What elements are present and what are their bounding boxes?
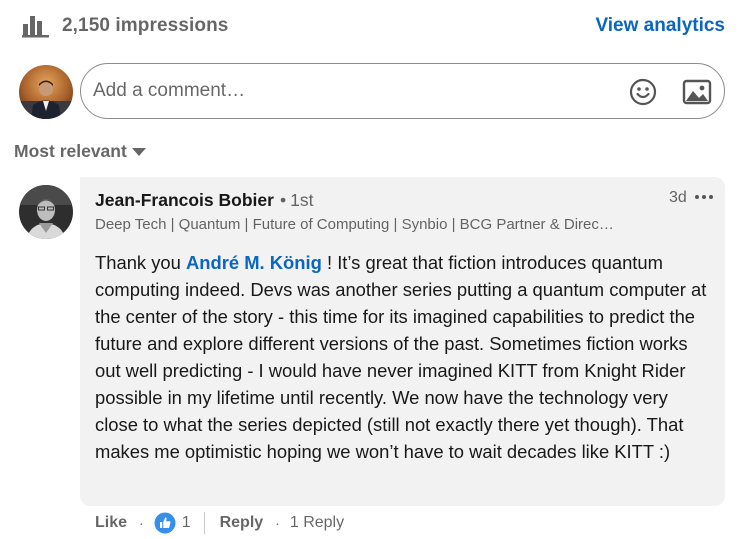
thumbs-up-icon[interactable] bbox=[154, 512, 176, 534]
comment-actions: Like · 1 Reply · 1 Reply bbox=[95, 510, 344, 536]
reply-button[interactable]: Reply bbox=[220, 514, 264, 532]
current-user-avatar bbox=[19, 65, 73, 119]
comment-box[interactable] bbox=[80, 63, 725, 119]
replies-count[interactable]: 1 Reply bbox=[290, 514, 344, 532]
comment-author-avatar[interactable] bbox=[19, 185, 73, 239]
impressions-group[interactable]: 2,150 impressions bbox=[22, 12, 228, 40]
comment-timestamp: 3d bbox=[669, 189, 687, 206]
comment-text-body: ! It’s great that fiction introduces qua… bbox=[95, 252, 707, 462]
caret-down-icon bbox=[131, 148, 146, 156]
like-button[interactable]: Like bbox=[95, 514, 127, 532]
mention-link[interactable]: André M. König bbox=[186, 252, 322, 273]
image-icon[interactable] bbox=[682, 78, 712, 106]
sort-label: Most relevant bbox=[14, 140, 127, 161]
degree-separator: • bbox=[279, 190, 287, 210]
sort-dropdown[interactable]: Most relevant bbox=[14, 139, 147, 163]
action-separator-dot: · bbox=[275, 515, 280, 531]
comment-bubble: Jean-Francois Bobier • 1st 3d Deep Tech | … bbox=[80, 177, 725, 506]
connection-degree: 1st bbox=[290, 190, 314, 210]
view-analytics-link[interactable]: View analytics bbox=[595, 15, 725, 37]
comment-text-intro: Thank you bbox=[95, 252, 186, 273]
comment-text: Thank you André M. König ! It’s great th… bbox=[95, 249, 715, 465]
ellipsis-icon[interactable] bbox=[693, 188, 715, 206]
like-count[interactable]: 1 bbox=[182, 514, 191, 532]
impressions-count: 2,150 impressions bbox=[62, 15, 229, 36]
social-stats-bar: 2,150 impressions View analytics bbox=[0, 0, 740, 52]
bar-chart-icon bbox=[22, 16, 49, 38]
comment-author-line: Jean-Francois Bobier • 1st bbox=[95, 190, 313, 211]
vertical-divider bbox=[203, 512, 205, 534]
comment-input[interactable] bbox=[93, 78, 613, 104]
smiley-icon[interactable] bbox=[628, 77, 658, 107]
action-separator-dot: · bbox=[139, 515, 144, 531]
comment-author-headline: Deep Tech | Quantum | Future of Computin… bbox=[95, 216, 614, 233]
comment-author-name[interactable]: Jean-Francois Bobier bbox=[95, 190, 274, 210]
